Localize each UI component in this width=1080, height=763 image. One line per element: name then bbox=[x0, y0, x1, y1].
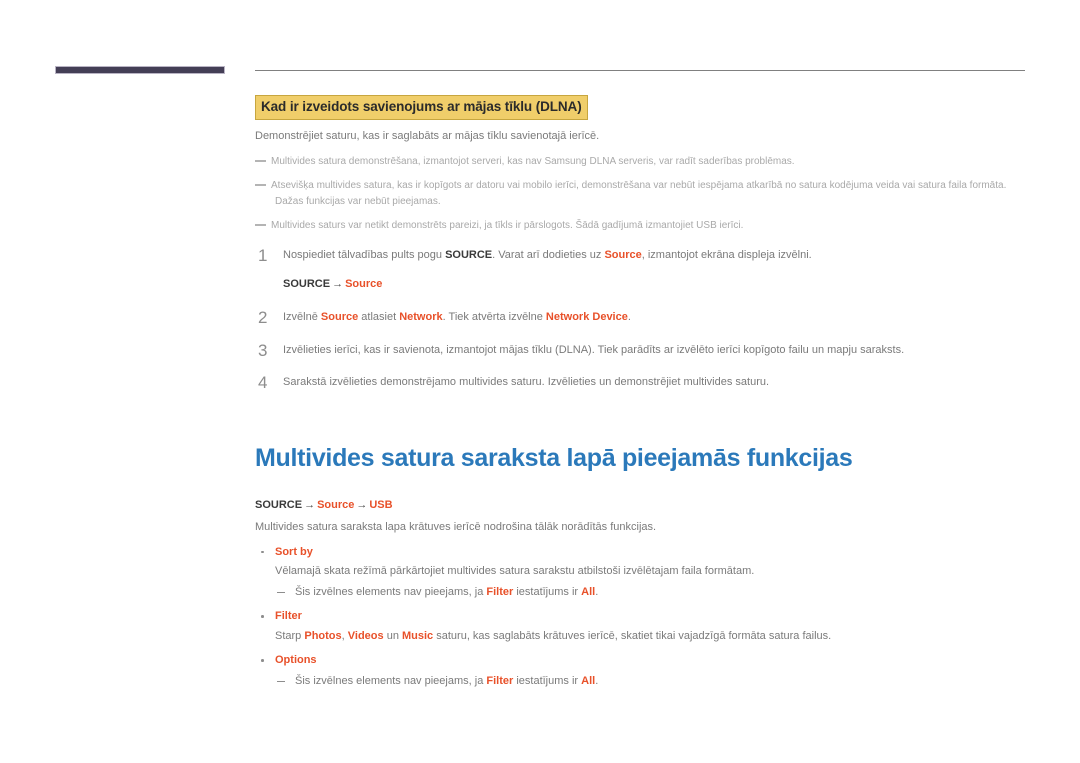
header-rule bbox=[255, 70, 1025, 71]
menu-term: Source bbox=[317, 499, 355, 512]
text-run: atlasiet bbox=[358, 310, 400, 323]
document-content: Kad ir izveidots savienojums ar mājas tī… bbox=[255, 90, 1045, 689]
text-run: Šis izvēlnes elements nav pieejams, ja bbox=[295, 674, 487, 687]
menu-path: SOURCE → Source bbox=[283, 277, 1045, 293]
bullet-body-text: Starp Photos, Videos un Music saturu, ka… bbox=[255, 628, 1045, 645]
text-run: saturu, kas saglabāts krātuves ierīcē, s… bbox=[433, 629, 832, 642]
page-title: Multivides satura saraksta lapā pieejamā… bbox=[255, 444, 853, 473]
menu-term: Music bbox=[402, 629, 434, 642]
menu-term: Videos bbox=[347, 629, 384, 642]
note-item: Atsevišķa multivides satura, kas ir kopī… bbox=[255, 178, 1045, 209]
step-item: 3 Izvēlieties ierīci, kas ir savienota, i… bbox=[255, 341, 1045, 360]
note-item: Multivides satura demonstrēšana, izmanto… bbox=[255, 154, 1045, 170]
chapter-tab-marker bbox=[55, 66, 225, 74]
bullet-label: Options bbox=[255, 653, 1045, 668]
step-item: 2 Izvēlnē Source atlasiet Network. Tiek a… bbox=[255, 308, 1045, 327]
list-item: Filter Starp Photos, Videos un Music satu… bbox=[255, 609, 1045, 644]
text-run: . bbox=[595, 585, 599, 598]
menu-term: Filter bbox=[486, 674, 514, 687]
dash-bullet-icon bbox=[255, 184, 266, 187]
step-text: Nospiediet tālvadības pults pogu SOURCE.… bbox=[283, 249, 812, 261]
menu-term: USB bbox=[369, 499, 393, 512]
sub-note-text: Šis izvēlnes elements nav pieejams, ja F… bbox=[295, 586, 598, 598]
arrow-icon: → bbox=[332, 277, 344, 290]
text-run: . bbox=[595, 674, 599, 687]
list-item: Options Šis izvēlnes elements nav pieejam… bbox=[255, 653, 1045, 689]
step-item: 1 Nospiediet tālvadības pults pogu SOURCE… bbox=[255, 246, 1045, 293]
note-list-dlna: Multivides satura demonstrēšana, izmanto… bbox=[255, 154, 1045, 234]
section-intro-dlna: Demonstrējiet saturu, kas ir saglabāts a… bbox=[255, 130, 600, 143]
list-item: Sort by Vēlamajā skata režīmā pārkārtojie… bbox=[255, 545, 1045, 600]
menu-term: All bbox=[581, 674, 596, 687]
menu-term: Source bbox=[345, 277, 383, 290]
text-run: , izmantojot ekrāna displeja izvēlni. bbox=[641, 248, 812, 261]
text-run: Izvēlieties ierīci, kas ir savienota, iz… bbox=[283, 343, 905, 356]
text-run: . Tiek atvērta izvēlne bbox=[442, 310, 546, 323]
step-item: 4 Sarakstā izvēlieties demonstrējamo mult… bbox=[255, 373, 1045, 392]
text-run: . Varat arī dodieties uz bbox=[492, 248, 605, 261]
text-run: Izvēlnē bbox=[283, 310, 321, 323]
step-list-dlna: 1 Nospiediet tālvadības pults pogu SOURCE… bbox=[255, 246, 1045, 393]
bullet-dot-icon bbox=[261, 615, 264, 618]
dash-bullet-icon bbox=[255, 224, 266, 227]
bullet-label: Sort by bbox=[255, 545, 1045, 560]
emphasis-bold: SOURCE bbox=[255, 499, 303, 512]
sub-note-text: Šis izvēlnes elements nav pieejams, ja F… bbox=[295, 675, 598, 687]
text-run: Starp bbox=[275, 629, 305, 642]
note-text: Multivides saturs var netikt demonstrēts… bbox=[271, 220, 744, 232]
text-run: iestatījums ir bbox=[513, 585, 582, 598]
menu-term: Network bbox=[399, 310, 443, 323]
bullet-dot-icon bbox=[261, 659, 264, 662]
section-functions: Multivides satura saraksta lapā pieejamā… bbox=[255, 443, 1045, 689]
menu-term: Source bbox=[604, 248, 642, 261]
section-heading-dlna: Kad ir izveidots savienojums ar mājas tī… bbox=[255, 95, 588, 121]
emphasis-bold: SOURCE bbox=[283, 277, 331, 290]
text-run: un bbox=[383, 629, 402, 642]
menu-term: Source bbox=[320, 310, 359, 323]
breadcrumb: SOURCE → Source → USB bbox=[255, 499, 1045, 511]
step-text: Izvēlnē Source atlasiet Network. Tiek at… bbox=[283, 311, 631, 323]
text-run: Šis izvēlnes elements nav pieejams, ja bbox=[295, 585, 487, 598]
dash-bullet-icon bbox=[255, 159, 266, 162]
arrow-icon: → bbox=[304, 499, 316, 512]
bullet-label-text: Options bbox=[275, 654, 317, 667]
step-text: Sarakstā izvēlieties demonstrējamo multi… bbox=[283, 376, 769, 388]
menu-term: Filter bbox=[486, 585, 514, 598]
sub-note-item: Šis izvēlnes elements nav pieejams, ja F… bbox=[255, 584, 1045, 601]
note-text: Multivides satura demonstrēšana, izmanto… bbox=[271, 155, 795, 167]
bullet-label-text: Sort by bbox=[275, 545, 313, 558]
section-intro-functions: Multivides satura saraksta lapa krātuves… bbox=[255, 521, 657, 534]
text-run: Sarakstā izvēlieties demonstrējamo multi… bbox=[283, 376, 770, 389]
text-run: iestatījums ir bbox=[513, 674, 582, 687]
menu-term: Network Device bbox=[545, 310, 628, 323]
sub-note-item: Šis izvēlnes elements nav pieejams, ja F… bbox=[255, 673, 1045, 690]
bullet-list-functions: Sort by Vēlamajā skata režīmā pārkārtojie… bbox=[255, 545, 1045, 689]
arrow-icon: → bbox=[356, 499, 368, 512]
menu-term: Photos bbox=[304, 629, 342, 642]
bullet-dot-icon bbox=[261, 550, 264, 554]
dash-bullet-icon bbox=[277, 680, 285, 683]
text-run: . bbox=[627, 310, 631, 323]
menu-term: All bbox=[581, 585, 596, 598]
dash-bullet-icon bbox=[277, 591, 285, 594]
page-header bbox=[0, 0, 1080, 90]
step-number: 3 bbox=[258, 340, 268, 360]
step-number: 2 bbox=[258, 307, 268, 327]
bullet-label-text: Filter bbox=[275, 610, 302, 623]
emphasis-bold: SOURCE bbox=[445, 248, 493, 261]
step-number: 4 bbox=[258, 373, 268, 393]
section-dlna: Kad ir izveidots savienojums ar mājas tī… bbox=[255, 90, 1045, 393]
note-text-continuation: Dažas funkcijas var nebūt pieejamas. bbox=[275, 195, 441, 207]
text-run: Nospiediet tālvadības pults pogu bbox=[283, 248, 446, 261]
step-text: Izvēlieties ierīci, kas ir savienota, iz… bbox=[283, 344, 904, 356]
bullet-label: Filter bbox=[255, 609, 1045, 624]
bullet-body-text: Vēlamajā skata režīmā pārkārtojiet multi… bbox=[275, 565, 755, 578]
step-number: 1 bbox=[258, 245, 268, 265]
note-item: Multivides saturs var netikt demonstrēts… bbox=[255, 218, 1045, 234]
note-text: Atsevišķa multivides satura, kas ir kopī… bbox=[271, 180, 1007, 192]
